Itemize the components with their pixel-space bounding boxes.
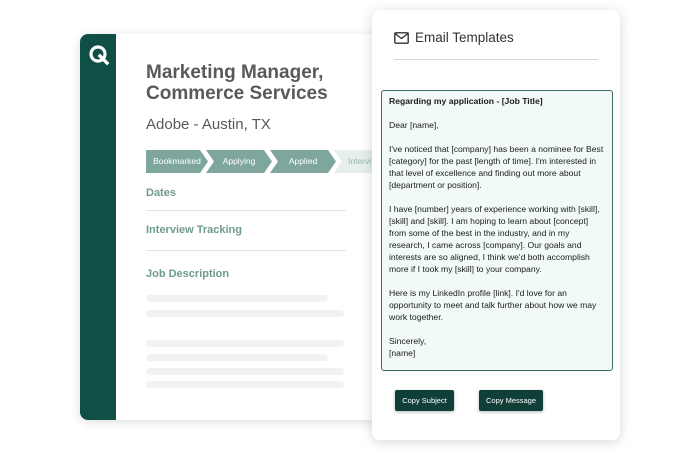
job-title-line-1: Marketing Manager, [146, 62, 324, 83]
placeholder-line [146, 381, 344, 388]
divider [146, 210, 346, 211]
brand-sidebar [80, 34, 116, 420]
template-paragraph: I've noticed that [company] has been a n… [389, 144, 604, 190]
envelope-icon [394, 32, 409, 44]
placeholder-line [146, 295, 328, 302]
section-interview-tracking[interactable]: Interview Tracking [146, 224, 242, 236]
template-paragraph: Here is my LinkedIn profile [link]. I'd … [389, 288, 597, 322]
stage-applied[interactable]: Applied [270, 150, 336, 173]
stage-applying[interactable]: Applying [206, 150, 272, 173]
placeholder-line [146, 310, 344, 317]
status-pipeline: Bookmarked Applying Applied Intervi [146, 150, 380, 173]
template-greeting: Dear [name], [389, 120, 439, 130]
job-title: Marketing Manager, Commerce Services [146, 62, 328, 104]
copy-message-button[interactable]: Copy Message [479, 390, 543, 411]
company-location: Adobe - Austin, TX [146, 116, 271, 133]
job-card: Marketing Manager, Commerce Services Ado… [80, 34, 380, 420]
email-template-editor[interactable]: Regarding my application - [Job Title] D… [381, 90, 613, 371]
copy-subject-button[interactable]: Copy Subject [395, 390, 454, 411]
stage-bookmarked[interactable]: Bookmarked [146, 150, 208, 173]
template-signature: [name] [389, 348, 416, 358]
email-templates-panel: Email Templates Regarding my application… [372, 10, 620, 440]
app-logo-icon [89, 45, 110, 66]
placeholder-line [146, 340, 344, 347]
divider [394, 59, 598, 60]
template-closing: Sincerely, [389, 336, 427, 346]
placeholder-line [146, 354, 328, 361]
section-job-description[interactable]: Job Description [146, 268, 229, 280]
template-paragraph: I have [number] years of experience work… [389, 204, 600, 274]
job-title-line-2: Commerce Services [146, 83, 328, 104]
section-dates[interactable]: Dates [146, 187, 176, 199]
template-subject: Regarding my application - [Job Title] [389, 96, 543, 106]
placeholder-line [146, 368, 344, 375]
panel-title: Email Templates [415, 30, 514, 45]
divider [146, 250, 346, 251]
